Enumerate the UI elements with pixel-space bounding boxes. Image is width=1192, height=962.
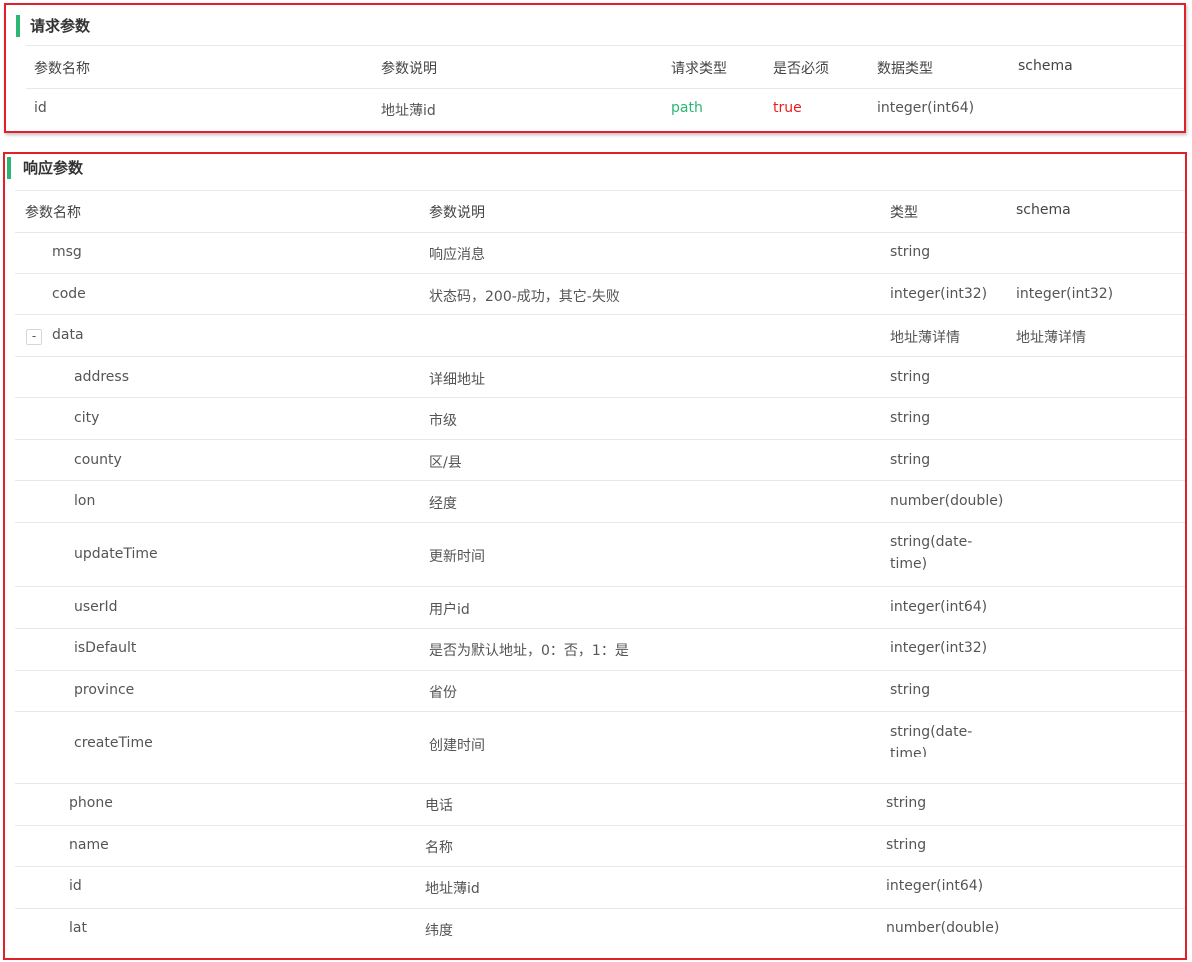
param-desc: 地址薄id (381, 103, 436, 119)
divider (15, 866, 1185, 867)
divider (15, 908, 1185, 909)
param-name: createTime (74, 735, 153, 751)
param-name: id (34, 100, 47, 116)
param-type: string (890, 410, 931, 426)
param-type: integer(int32) (890, 640, 988, 656)
divider (15, 314, 1185, 315)
divider (15, 273, 1185, 274)
param-type: integer(int64) (890, 599, 988, 615)
header-schema: schema (1016, 202, 1071, 218)
divider (15, 628, 1185, 629)
required-value: true (773, 100, 802, 116)
divider (26, 88, 1184, 89)
divider (15, 439, 1185, 440)
divider (15, 190, 1185, 191)
divider (15, 586, 1185, 587)
divider (15, 783, 1185, 784)
param-type: string (890, 682, 931, 698)
param-name: updateTime (74, 546, 158, 562)
divider (15, 825, 1185, 826)
response-params-title: 响应参数 (7, 157, 83, 179)
param-name: msg (52, 244, 82, 260)
divider (15, 711, 1185, 712)
param-name: lon (74, 493, 96, 509)
header-data-type: 数据类型 (877, 61, 933, 77)
param-type: string(date-time) (890, 724, 973, 757)
param-desc: 状态码，200-成功，其它-失败 (429, 289, 620, 305)
param-desc: 详细地址 (429, 372, 485, 388)
header-param-desc: 参数说明 (429, 205, 485, 221)
param-name: address (74, 369, 130, 385)
param-desc: 区/县 (429, 455, 462, 471)
param-desc: 市级 (429, 413, 457, 429)
param-type: number(double) (890, 493, 1004, 509)
header-type: 类型 (890, 205, 918, 221)
param-name: code (52, 286, 86, 302)
request-params-title: 请求参数 (16, 15, 90, 37)
param-desc: 名称 (425, 840, 453, 856)
param-type: string (886, 837, 927, 853)
param-desc: 创建时间 (429, 738, 485, 754)
param-type: 地址薄详情 (890, 330, 960, 346)
header-schema: schema (1018, 58, 1073, 74)
request-type-value: path (671, 100, 703, 116)
header-param-name: 参数名称 (25, 205, 81, 221)
param-type: string (890, 244, 931, 260)
header-request-type: 请求类型 (671, 61, 727, 77)
data-type-value: integer(int64) (877, 100, 975, 116)
param-type: string(date-time) (890, 534, 973, 572)
param-name: userId (74, 599, 118, 615)
param-name: county (74, 452, 122, 468)
param-desc: 地址薄id (425, 881, 480, 897)
param-schema: 地址薄详情 (1016, 330, 1086, 346)
param-type: string (890, 369, 931, 385)
divider (15, 397, 1185, 398)
param-type: integer(int64) (886, 878, 984, 894)
param-desc: 响应消息 (429, 247, 485, 263)
param-type: string (886, 795, 927, 811)
param-name: lat (69, 920, 87, 936)
divider (15, 522, 1185, 523)
param-name: province (74, 682, 135, 698)
param-desc: 经度 (429, 496, 457, 512)
collapse-toggle-button[interactable]: - (26, 329, 42, 345)
divider (26, 45, 1184, 46)
header-required: 是否必须 (773, 61, 829, 77)
divider (15, 356, 1185, 357)
param-name: id (69, 878, 82, 894)
param-name: phone (69, 795, 113, 811)
response-params-panel: 响应参数 参数名称 参数说明 类型 schema msg 响应消息 string… (3, 152, 1187, 960)
param-desc: 纬度 (425, 923, 453, 939)
divider (15, 232, 1185, 233)
param-type: integer(int32) (890, 286, 988, 302)
param-name: name (69, 837, 109, 853)
param-name: data (52, 327, 84, 343)
param-schema: integer(int32) (1016, 286, 1114, 302)
divider (15, 480, 1185, 481)
header-param-name: 参数名称 (34, 61, 90, 77)
param-desc: 更新时间 (429, 549, 485, 565)
divider (15, 670, 1185, 671)
request-params-panel: 请求参数 参数名称 参数说明 请求类型 是否必须 数据类型 schema id … (4, 3, 1186, 133)
param-type: string (890, 452, 931, 468)
param-name: isDefault (74, 640, 137, 656)
param-desc: 电话 (425, 798, 453, 814)
param-desc: 用户id (429, 602, 470, 618)
param-type: number(double) (886, 920, 1000, 936)
header-param-desc: 参数说明 (381, 61, 437, 77)
param-desc: 是否为默认地址，0：否，1：是 (429, 643, 629, 659)
param-name: city (74, 410, 100, 426)
param-desc: 省份 (429, 685, 457, 701)
